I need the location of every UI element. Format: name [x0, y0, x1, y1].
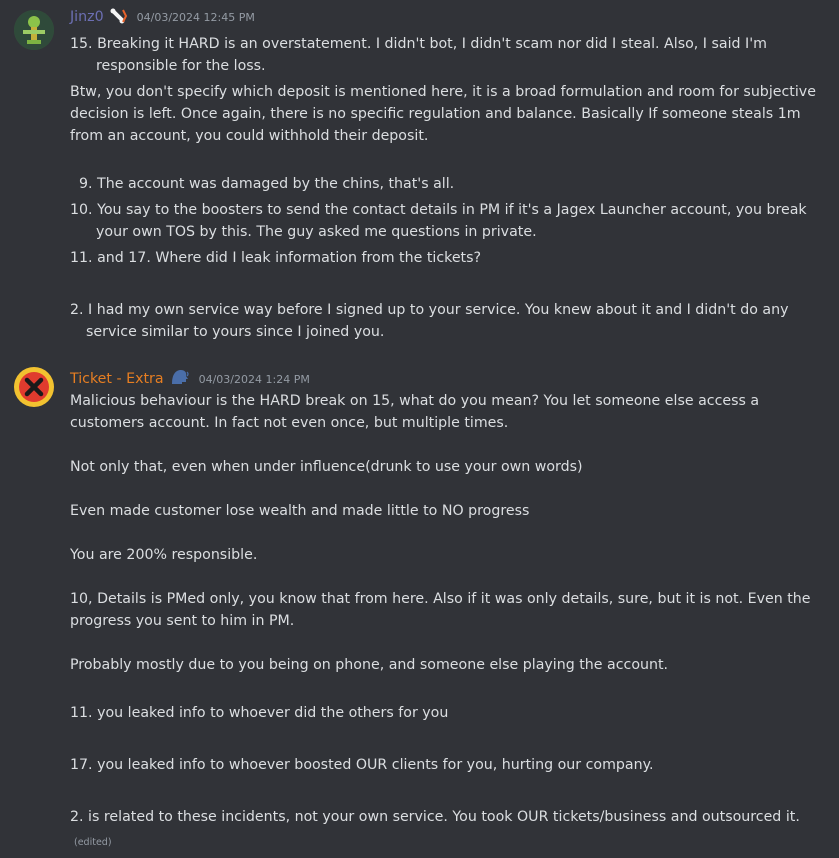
paragraph: 17. you leaked info to whoever boosted O…: [70, 757, 654, 773]
paragraph: 10, Details is PMed only, you know that …: [70, 591, 811, 607]
avatar[interactable]: [14, 367, 54, 407]
list-item-continuation: service similar to yours since I joined …: [86, 324, 385, 340]
username[interactable]: Ticket - Extra: [70, 371, 164, 387]
list-item: 9. The account was damaged by the chins,…: [79, 176, 455, 192]
message-header: Ticket - Extra 04/03/2024 1:24 PM: [70, 368, 310, 390]
paragraph: 2. is related to these incidents, not yo…: [70, 809, 800, 825]
edited-label: (edited): [74, 837, 112, 848]
paragraph: decision is left. Once again, there is n…: [70, 106, 801, 122]
timestamp[interactable]: 04/03/2024 1:24 PM: [199, 373, 310, 386]
list-item: 2. I had my own service way before I sig…: [70, 302, 789, 318]
paragraph: from an account, you could withhold thei…: [70, 128, 429, 144]
paragraph: Malicious behaviour is the HARD break on…: [70, 393, 760, 409]
paragraph: Even made customer lose wealth and made …: [70, 503, 530, 519]
paragraph: customers account. In fact not even once…: [70, 415, 509, 431]
paragraph: 11. you leaked info to whoever did the o…: [70, 705, 449, 721]
timestamp[interactable]: 04/03/2024 12:45 PM: [137, 11, 255, 24]
paragraph: progress you sent to him in PM.: [70, 613, 295, 629]
paragraph: Not only that, even when under influence…: [70, 459, 583, 475]
list-item: 11. and 17. Where did I leak information…: [70, 250, 482, 266]
bone-icon: [110, 8, 128, 31]
paragraph: Btw, you don't specify which deposit is …: [70, 84, 816, 100]
list-item-continuation: your own TOS by this. The guy asked me q…: [96, 224, 537, 240]
list-item: 15. Breaking it HARD is an overstatement…: [70, 36, 767, 52]
avatar[interactable]: [14, 10, 54, 50]
username[interactable]: Jinz0: [70, 9, 104, 25]
paragraph: Probably mostly due to you being on phon…: [70, 657, 669, 673]
list-item: 10. You say to the boosters to send the …: [70, 202, 807, 218]
paragraph: You are 200% responsible.: [70, 547, 258, 563]
message-header: Jinz0 04/03/2024 12:45 PM: [70, 6, 255, 28]
list-item-continuation: responsible for the loss.: [96, 58, 266, 74]
